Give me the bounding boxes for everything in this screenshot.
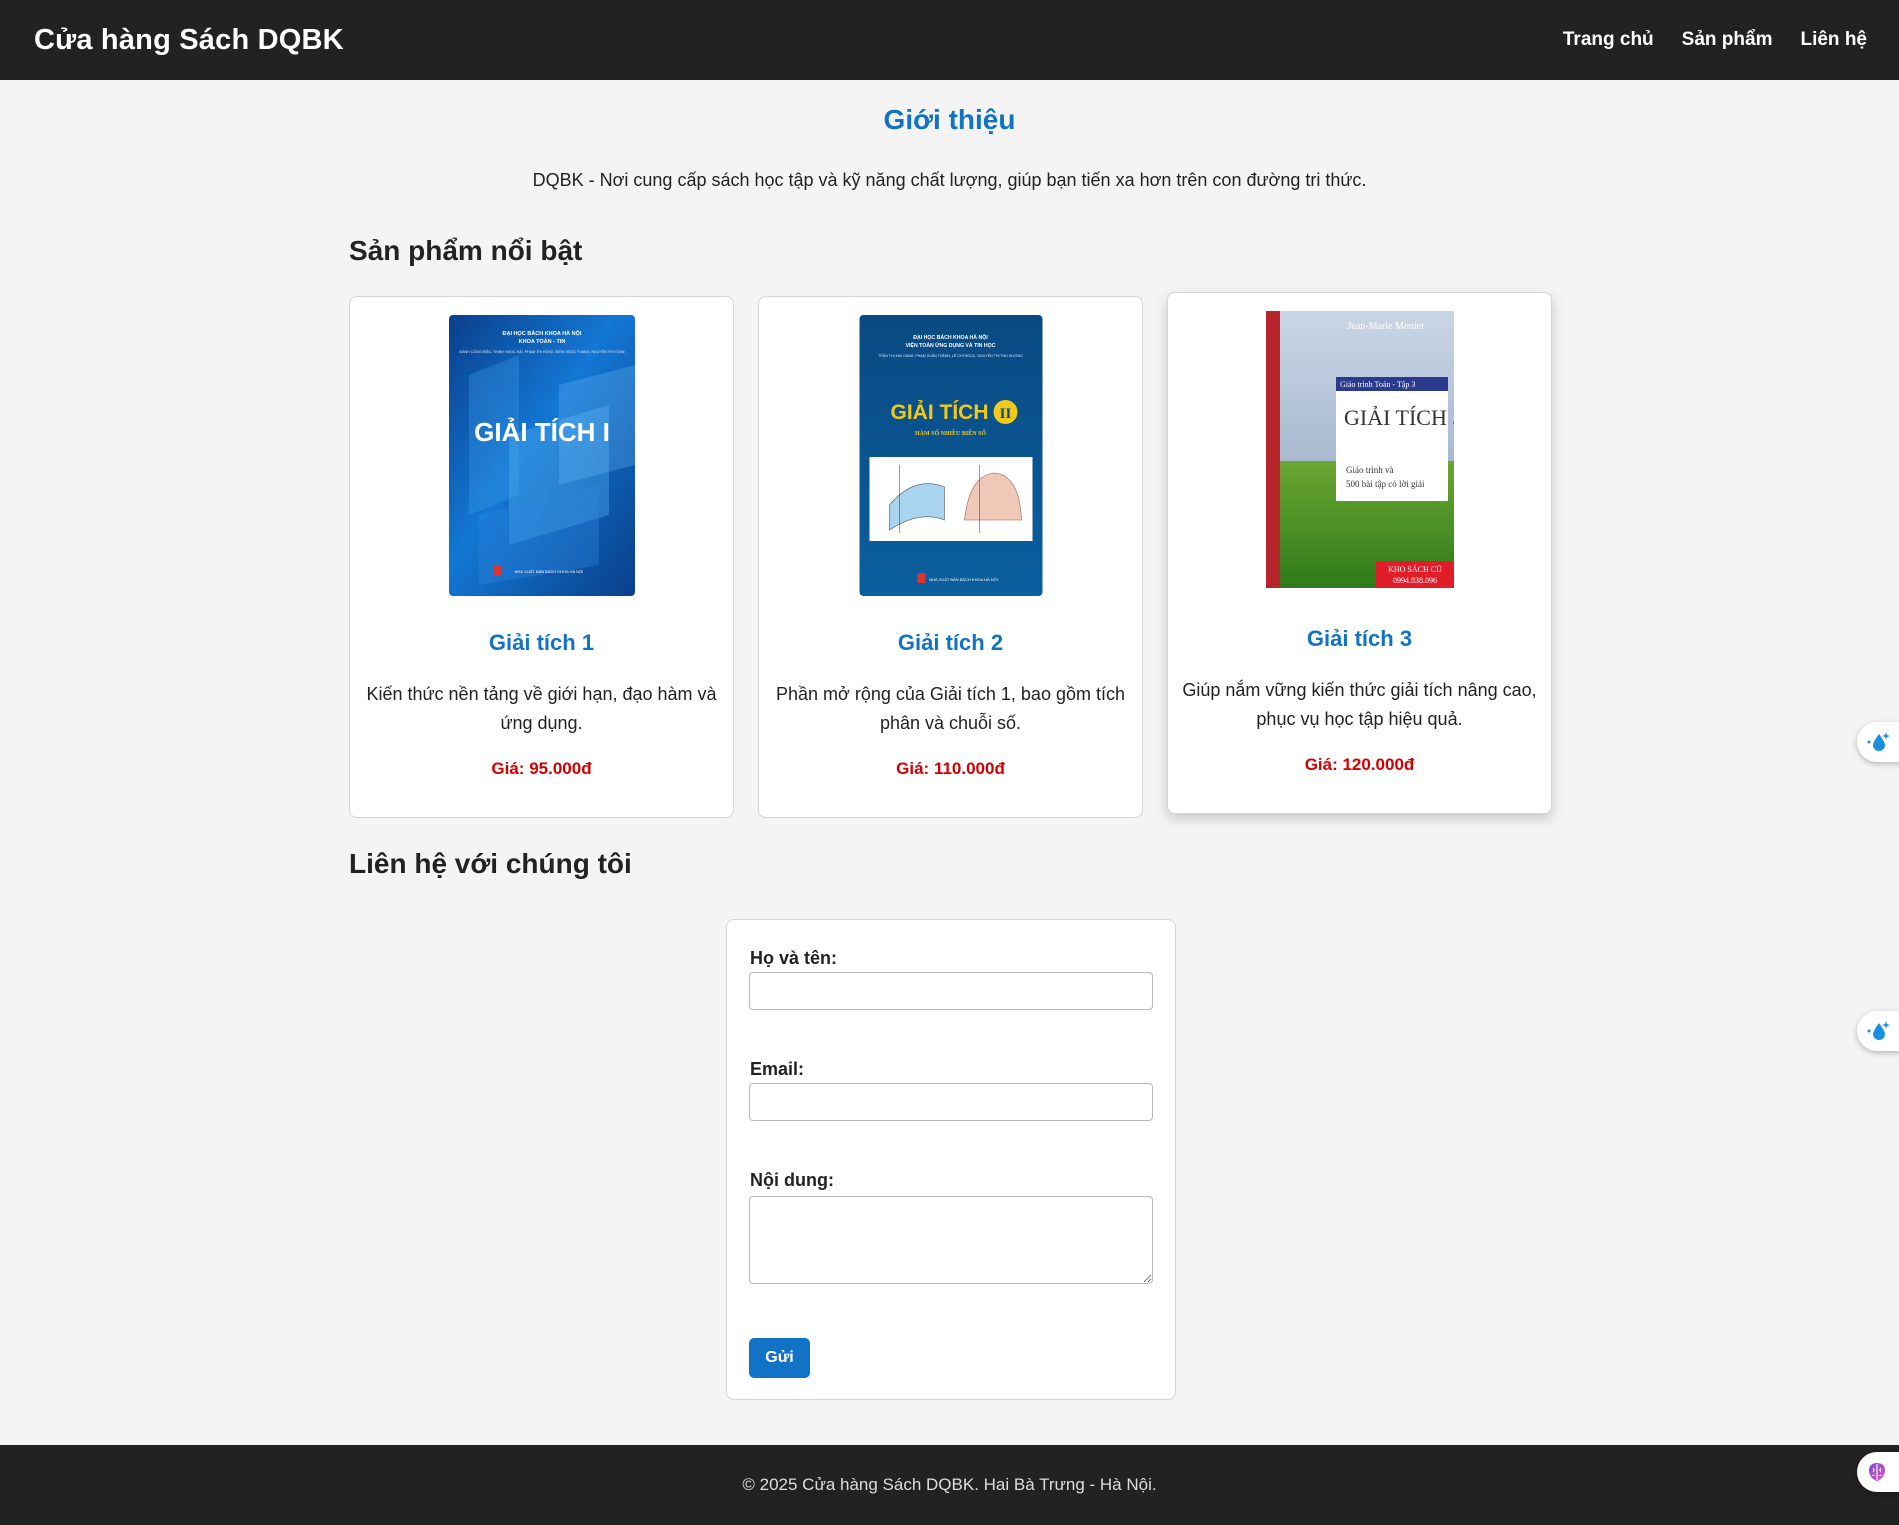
product-description-1: Kiến thức nền tảng về giới hạn, đạo hàm … xyxy=(366,684,717,733)
name-label: Họ và tên: xyxy=(750,948,838,968)
svg-text:VIỆN TOÁN ỨNG DỤNG VÀ TIN HỌC: VIỆN TOÁN ỨNG DỤNG VÀ TIN HỌC xyxy=(905,341,995,349)
product-cover-image-2: ĐẠI HỌC BÁCH KHOA HÀ NỘI VIỆN TOÁN ỨNG D… xyxy=(859,315,1042,596)
brain-icon xyxy=(1869,1463,1885,1481)
svg-text:500 bài tập có lời giải: 500 bài tập có lời giải xyxy=(1346,479,1425,489)
featured-products-heading: Sản phẩm nổi bật xyxy=(349,235,583,266)
svg-text:II: II xyxy=(999,406,1011,422)
svg-text:0994.838.096: 0994.838.096 xyxy=(1393,576,1437,585)
intro-text: DQBK - Nơi cung cấp sách học tập và kỹ n… xyxy=(532,170,1367,190)
svg-text:GIẢI TÍCH 3: GIẢI TÍCH 3 xyxy=(1344,405,1454,430)
contact-form: Họ và tên: Email: Nội dung: Gửi xyxy=(726,919,1176,1400)
droplet-sparkle-icon xyxy=(1867,1021,1890,1040)
product-title-3[interactable]: Giải tích 3 xyxy=(1168,626,1551,652)
name-field[interactable] xyxy=(749,972,1153,1010)
svg-text:ĐẠI HỌC BÁCH KHOA HÀ NỘI: ĐẠI HỌC BÁCH KHOA HÀ NỘI xyxy=(502,329,581,337)
site-brand[interactable]: Cửa hàng Sách DQBK xyxy=(34,24,344,57)
svg-text:TRẦN THỊ KIM OANH, PHẠM XUÂN T: TRẦN THỊ KIM OANH, PHẠM XUÂN THÀNH, LÊ C… xyxy=(878,353,1023,358)
product-cover-image-1: ĐẠI HỌC BÁCH KHOA HÀ NỘI KHOA TOÁN - TIN… xyxy=(448,315,635,596)
svg-text:Giáo trình và: Giáo trình và xyxy=(1346,465,1394,475)
product-title-1[interactable]: Giải tích 1 xyxy=(350,630,733,656)
svg-text:NHÀ XUẤT BẢN BÁCH KHOA HÀ NỘI: NHÀ XUẤT BẢN BÁCH KHOA HÀ NỘI xyxy=(929,577,998,582)
product-grid: ĐẠI HỌC BÁCH KHOA HÀ NỘI KHOA TOÁN - TIN… xyxy=(349,292,1552,820)
product-price-3: Giá: 120.000đ xyxy=(1304,755,1415,774)
product-card-2[interactable]: ĐẠI HỌC BÁCH KHOA HÀ NỘI VIỆN TOÁN ỨNG D… xyxy=(758,296,1143,818)
product-card-1[interactable]: ĐẠI HỌC BÁCH KHOA HÀ NỘI KHOA TOÁN - TIN… xyxy=(349,296,734,818)
main-nav: Trang chủ Sản phẩm Liên hệ xyxy=(1563,29,1867,51)
svg-text:KHO SÁCH CŨ: KHO SÁCH CŨ xyxy=(1388,564,1442,574)
svg-text:GIẢI TÍCH: GIẢI TÍCH xyxy=(890,401,988,424)
submit-button[interactable]: Gửi xyxy=(749,1338,810,1378)
message-label: Nội dung: xyxy=(750,1170,834,1190)
product-description-3: Giúp nắm vững kiến thức giải tích nâng c… xyxy=(1182,680,1537,729)
product-description-2: Phần mở rộng của Giải tích 1, bao gồm tí… xyxy=(776,684,1125,733)
svg-text:ĐÀNH CÔNG ĐIỆU, TRỊNH NGỌC HẢI: ĐÀNH CÔNG ĐIỆU, TRỊNH NGỌC HẢI, PHẠM THỊ… xyxy=(459,349,624,354)
svg-text:HÀM SỐ NHIỀU BIẾN SỐ: HÀM SỐ NHIỀU BIẾN SỐ xyxy=(914,429,985,437)
intro-title: Giới thiệu xyxy=(883,104,1016,135)
droplet-sparkle-icon xyxy=(1867,732,1890,751)
svg-text:NHÀ XUẤT BẢN BÁCH KHOA HÀ NỘI: NHÀ XUẤT BẢN BÁCH KHOA HÀ NỘI xyxy=(514,569,583,574)
nav-products-link[interactable]: Sản phẩm xyxy=(1682,29,1773,51)
floating-droplet-sparkle-button-1[interactable] xyxy=(1857,722,1899,762)
product-title-2[interactable]: Giải tích 2 xyxy=(759,630,1142,656)
nav-home-link[interactable]: Trang chủ xyxy=(1563,29,1654,51)
top-navbar: Cửa hàng Sách DQBK Trang chủ Sản phẩm Li… xyxy=(0,0,1899,80)
product-card-3[interactable]: Jean-Marie Monier Giáo trình Toán - Tập … xyxy=(1167,292,1552,814)
footer-copyright: © 2025 Cửa hàng Sách DQBK. Hai Bà Trưng … xyxy=(742,1475,1157,1494)
svg-text:KHOA TOÁN - TIN: KHOA TOÁN - TIN xyxy=(518,338,565,345)
svg-text:ĐẠI HỌC BÁCH KHOA HÀ NỘI: ĐẠI HỌC BÁCH KHOA HÀ NỘI xyxy=(913,333,988,341)
product-price-2: Giá: 110.000đ xyxy=(896,759,1005,778)
svg-text:GIẢI TÍCH I: GIẢI TÍCH I xyxy=(474,417,610,447)
email-label: Email: xyxy=(750,1059,805,1079)
message-field[interactable] xyxy=(749,1196,1153,1284)
contact-heading: Liên hệ với chúng tôi xyxy=(349,848,632,879)
email-field[interactable] xyxy=(749,1083,1153,1121)
product-cover-image-3: Jean-Marie Monier Giáo trình Toán - Tập … xyxy=(1265,311,1454,588)
svg-text:Giáo trình Toán - Tập 3: Giáo trình Toán - Tập 3 xyxy=(1340,380,1415,389)
floating-droplet-sparkle-button-2[interactable] xyxy=(1857,1011,1899,1051)
site-footer: © 2025 Cửa hàng Sách DQBK. Hai Bà Trưng … xyxy=(0,1445,1899,1525)
svg-text:Jean-Marie Monier: Jean-Marie Monier xyxy=(1347,321,1425,332)
product-price-1: Giá: 95.000đ xyxy=(491,759,592,778)
floating-brain-button[interactable] xyxy=(1857,1452,1899,1492)
nav-contact-link[interactable]: Liên hệ xyxy=(1800,29,1867,51)
